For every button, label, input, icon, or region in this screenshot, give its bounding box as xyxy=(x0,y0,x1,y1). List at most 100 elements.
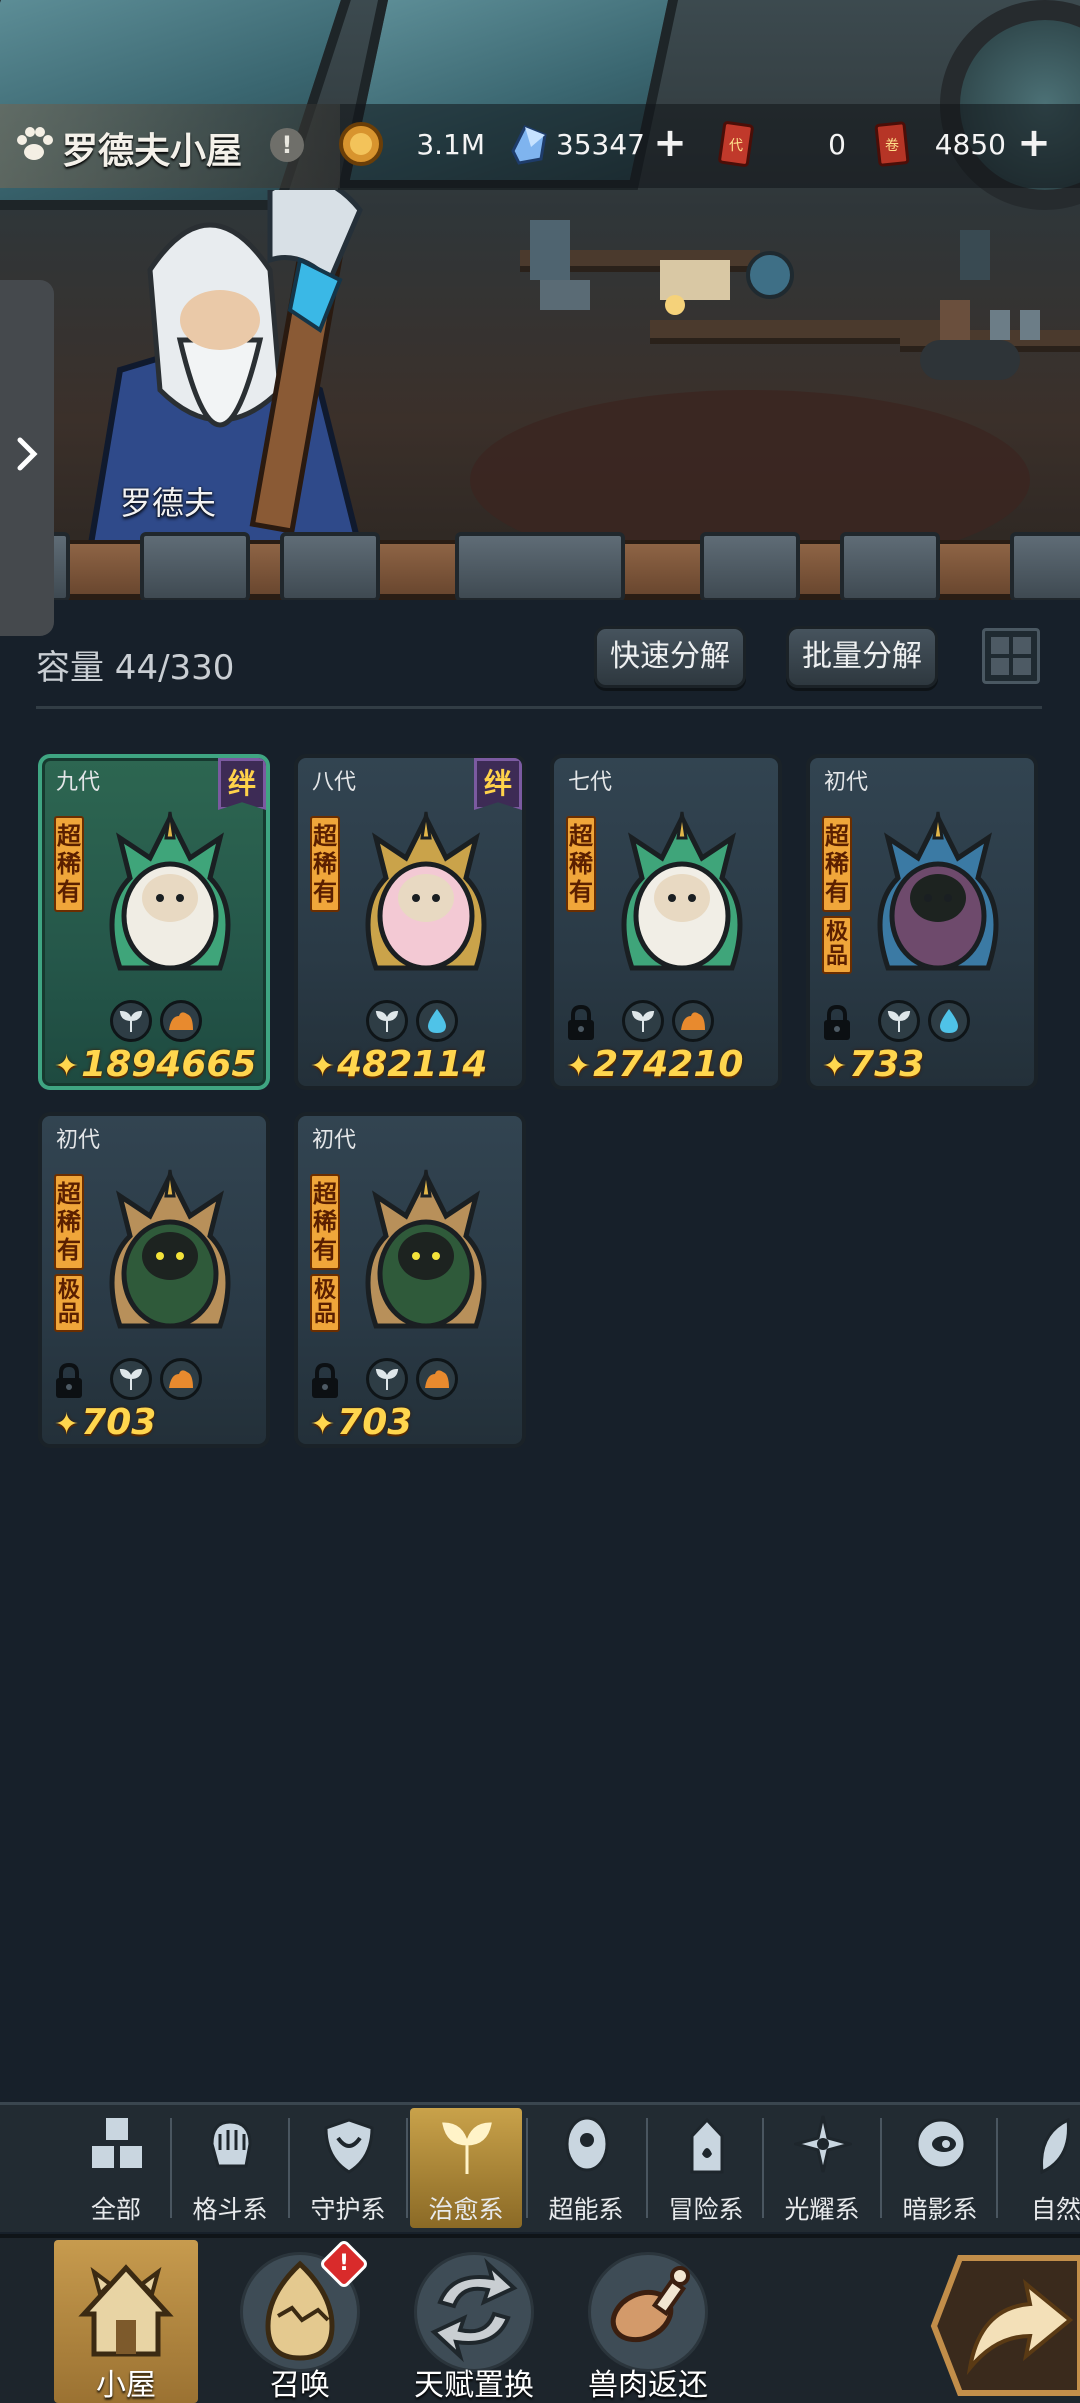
water-drop-icon xyxy=(928,1000,970,1042)
power-icon: ✦ xyxy=(822,1049,848,1084)
lock-icon[interactable] xyxy=(308,1362,342,1400)
nav-talent-swap[interactable]: 天赋置换 xyxy=(402,2240,546,2403)
filter-separator xyxy=(526,2118,528,2218)
filter-separator xyxy=(646,2118,648,2218)
scroll-amount: 4850 xyxy=(934,128,1006,161)
filter-tab[interactable]: 超能系 xyxy=(530,2108,642,2228)
pet-portrait-icon xyxy=(365,1169,487,1329)
filter-tab[interactable]: 冒险系 xyxy=(650,2108,762,2228)
heal-sprout-icon xyxy=(366,1000,408,1042)
pet-generation-label: 初代 xyxy=(312,1128,357,1153)
filter-tab[interactable]: 治愈系 xyxy=(410,2108,522,2228)
divider xyxy=(36,706,1042,709)
pet-power-number: 703 xyxy=(81,1402,157,1443)
pet-card[interactable]: 七代 超稀有 ✦274210 xyxy=(550,754,782,1090)
light-star-icon xyxy=(794,2115,852,2173)
earth-element-icon xyxy=(672,1000,714,1042)
pet-card[interactable]: 初代 超稀有 极品 ✦733 xyxy=(806,754,1038,1090)
rarity-tag: 超稀有 xyxy=(54,816,84,912)
pet-power-value: ✦1894665 xyxy=(54,1044,264,1085)
pet-power-number: 703 xyxy=(337,1402,413,1443)
filter-tab[interactable]: 暗影系 xyxy=(884,2108,996,2228)
stone-block xyxy=(280,532,380,600)
adventure-tower-icon xyxy=(690,2117,724,2174)
filter-tab[interactable]: 光耀系 xyxy=(766,2108,878,2228)
nav-meat-return[interactable]: 兽肉返还 xyxy=(576,2240,720,2403)
pet-card[interactable]: 九代绊超稀有 ✦1894665 xyxy=(38,754,270,1090)
filter-tab[interactable]: 全部 xyxy=(60,2108,172,2228)
chevron-right-icon xyxy=(17,437,38,471)
scroll-add-button[interactable]: + xyxy=(1016,123,1052,163)
shield-icon xyxy=(324,2118,374,2174)
quality-tag: 极品 xyxy=(310,1274,340,1332)
filter-tab-label: 治愈系 xyxy=(428,2195,504,2224)
sprout-icon xyxy=(442,2122,492,2174)
filter-tab-label: 守护系 xyxy=(310,2195,386,2224)
filter-tab-label: 冒险系 xyxy=(668,2195,744,2224)
filter-separator xyxy=(170,2118,172,2218)
heal-sprout-icon xyxy=(622,1000,664,1042)
water-drop-icon xyxy=(416,1000,458,1042)
paw-icon xyxy=(17,127,53,160)
quality-tag: 极品 xyxy=(54,1274,84,1332)
filter-tab[interactable]: 守护系 xyxy=(292,2108,404,2228)
pet-card[interactable]: 八代绊超稀有 ✦482114 xyxy=(294,754,526,1090)
pet-power-number: 733 xyxy=(849,1044,925,1085)
pet-power-value: ✦703 xyxy=(310,1402,520,1443)
batch-decompose-button[interactable]: 批量分解 xyxy=(786,626,938,688)
power-icon: ✦ xyxy=(54,1407,80,1442)
filter-separator xyxy=(288,2118,290,2218)
filter-tab-label: 暗影系 xyxy=(902,2195,978,2224)
filter-separator xyxy=(406,2118,408,2218)
pet-card[interactable]: 初代 超稀有 极品 ✦703 xyxy=(38,1112,270,1448)
heal-sprout-icon xyxy=(366,1358,408,1400)
filter-tab-label: 全部 xyxy=(90,2195,141,2224)
pet-card[interactable]: 初代 超稀有 极品 ✦703 xyxy=(294,1112,526,1448)
capacity-label: 容量 44/330 xyxy=(36,648,235,688)
rarity-tag: 超稀有 xyxy=(54,1174,84,1270)
shop-title: 罗德夫小屋 xyxy=(62,131,243,172)
pet-power-number: 482114 xyxy=(337,1044,488,1085)
info-exclamation-icon[interactable]: ! xyxy=(270,128,304,162)
filter-tab[interactable]: 自然 xyxy=(1000,2108,1080,2228)
meat-icon xyxy=(610,2266,690,2343)
earth-element-icon xyxy=(160,1000,202,1042)
nav-hut-label: 小屋 xyxy=(96,2368,156,2403)
filter-separator xyxy=(762,2118,764,2218)
shadow-eye-icon xyxy=(915,2118,967,2170)
pet-portrait-icon xyxy=(877,811,999,971)
fist-icon xyxy=(210,2120,252,2168)
pet-generation-label: 九代 xyxy=(56,770,101,795)
nav-hut[interactable]: 小屋 xyxy=(54,2240,198,2403)
lock-icon[interactable] xyxy=(564,1004,598,1042)
quality-tag: 极品 xyxy=(822,916,852,974)
hut-icon xyxy=(78,2264,174,2357)
filter-separator xyxy=(880,2118,882,2218)
go-forward-arrow-icon[interactable] xyxy=(930,2248,1080,2403)
pet-power-value: ✦733 xyxy=(822,1044,1032,1085)
gold-coin-icon xyxy=(339,122,383,166)
lock-icon[interactable] xyxy=(820,1004,854,1042)
earth-element-icon xyxy=(160,1358,202,1400)
crystal-amount: 35347 xyxy=(555,128,645,161)
swap-arrows-icon xyxy=(430,2257,518,2363)
power-icon: ✦ xyxy=(54,1049,80,1084)
filter-tab[interactable]: 格斗系 xyxy=(174,2108,286,2228)
nav-meat-label: 兽肉返还 xyxy=(588,2368,708,2403)
crystal-add-button[interactable]: + xyxy=(652,123,688,163)
power-icon: ✦ xyxy=(566,1049,592,1084)
pet-generation-label: 八代 xyxy=(312,770,357,795)
pet-generation-label: 初代 xyxy=(824,770,869,795)
quick-decompose-button[interactable]: 快速分解 xyxy=(594,626,746,688)
svg-text:卷: 卷 xyxy=(885,138,899,154)
power-icon: ✦ xyxy=(310,1049,336,1084)
filter-tab-label: 光耀系 xyxy=(784,2195,860,2224)
grid-view-toggle-icon[interactable] xyxy=(982,628,1040,684)
ticket-icon: 代 xyxy=(718,121,754,167)
lock-icon[interactable] xyxy=(52,1362,86,1400)
filter-tab-label: 超能系 xyxy=(548,2195,624,2224)
room-props-icon xyxy=(530,220,1040,380)
pet-power-value: ✦482114 xyxy=(310,1044,520,1085)
stone-block xyxy=(140,532,250,600)
rarity-tag: 超稀有 xyxy=(566,816,596,912)
